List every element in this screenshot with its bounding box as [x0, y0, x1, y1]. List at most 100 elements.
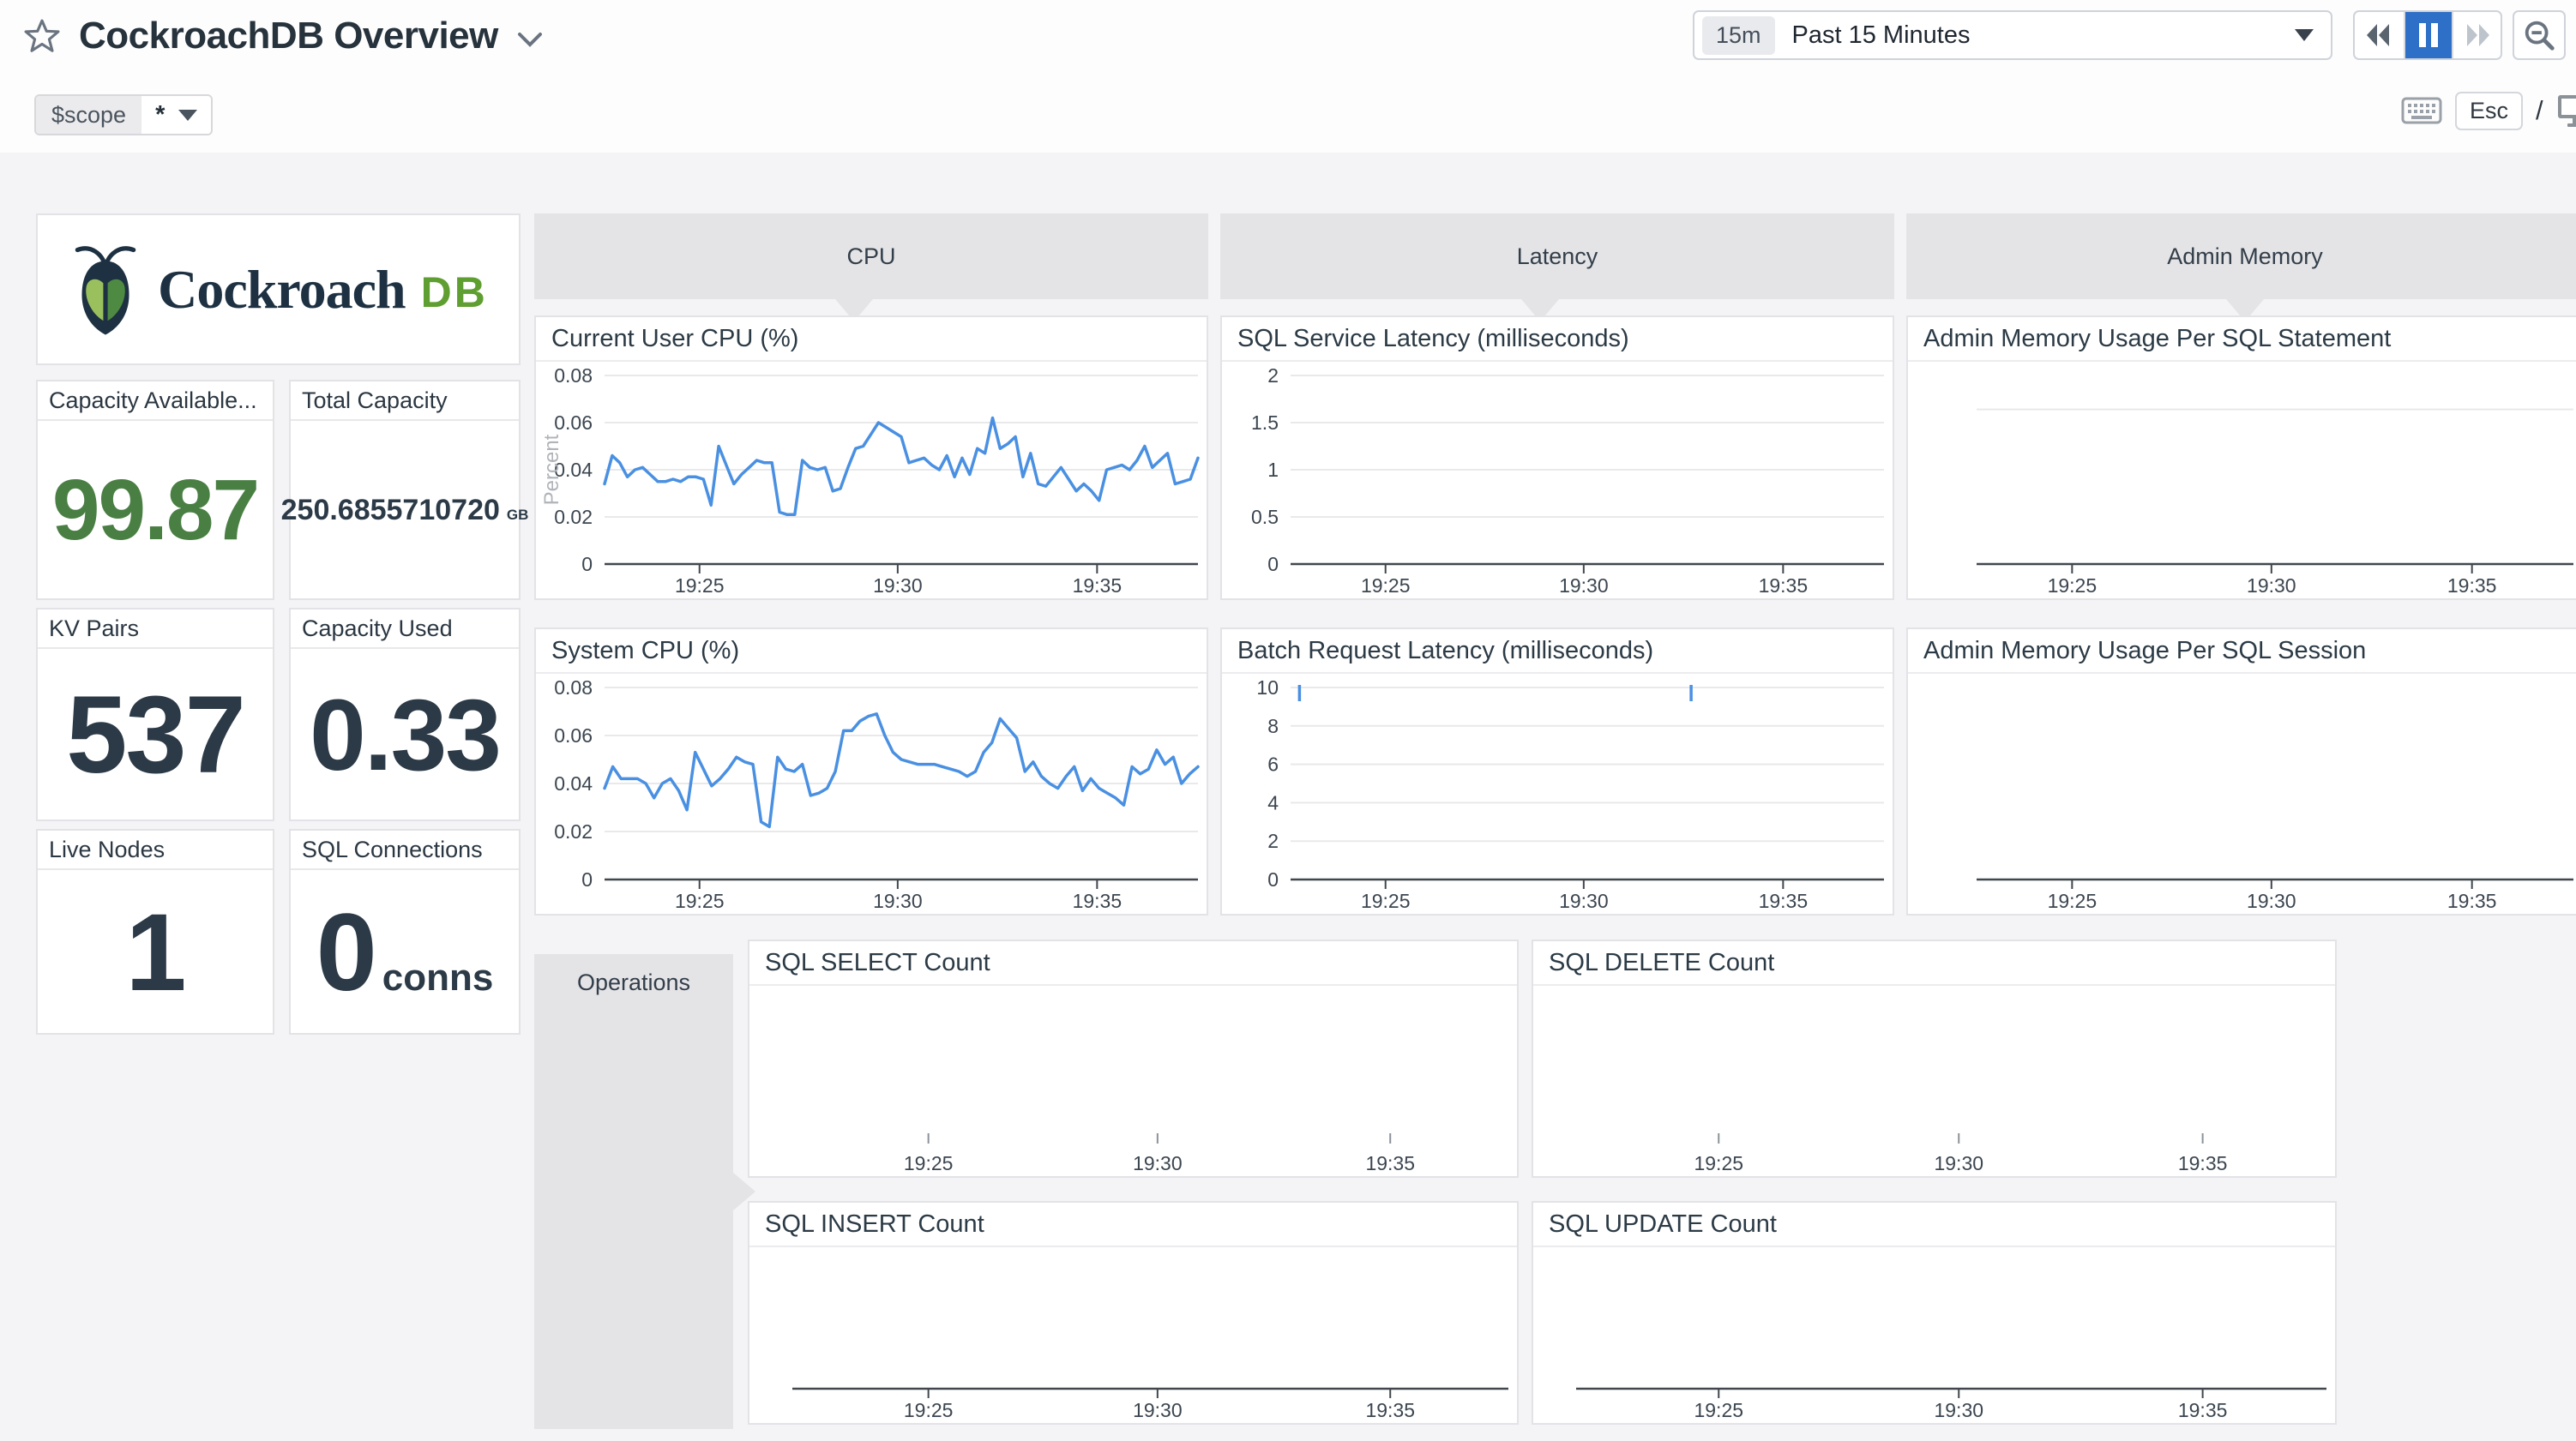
svg-text:0.04: 0.04 — [554, 772, 593, 795]
group-label: Latency — [1517, 243, 1598, 270]
scope-label: $scope — [36, 96, 141, 134]
svg-text:19:25: 19:25 — [2048, 574, 2098, 597]
svg-text:19:35: 19:35 — [1365, 1399, 1415, 1421]
tv-mode-icon[interactable] — [2556, 93, 2576, 128]
stat-title: Total Capacity — [291, 381, 519, 421]
stat-value: 0.33 — [310, 679, 500, 792]
cockroachdb-logo-card[interactable]: Cockroach DB — [36, 213, 521, 365]
svg-text:19:35: 19:35 — [1073, 890, 1122, 912]
stat-kv-pairs[interactable]: KV Pairs 537 — [36, 608, 274, 821]
panel-sql-service-latency[interactable]: SQL Service Latency (milliseconds) 00.51… — [1220, 315, 1894, 600]
scope-template-variable[interactable]: $scope * — [34, 94, 213, 135]
panel-batch-request-latency[interactable]: Batch Request Latency (milliseconds) 024… — [1220, 627, 1894, 916]
svg-text:19:25: 19:25 — [2048, 890, 2098, 912]
group-header-cpu[interactable]: CPU — [534, 213, 1208, 299]
svg-text:19:30: 19:30 — [2247, 890, 2296, 912]
time-shift-controls — [2353, 10, 2502, 60]
keyboard-icon[interactable] — [2401, 97, 2442, 124]
slash-separator: / — [2536, 95, 2543, 126]
scope-caret-icon — [178, 110, 197, 121]
favorite-star-icon[interactable] — [24, 18, 60, 54]
chart-batch-request-latency: 024681019:2519:3019:35 — [1222, 675, 1893, 914]
svg-text:19:30: 19:30 — [1934, 1399, 1983, 1421]
stat-title: KV Pairs — [38, 609, 273, 649]
panel-title: Batch Request Latency (milliseconds) — [1222, 629, 1893, 674]
panel-title: Admin Memory Usage Per SQL Session — [1908, 629, 2576, 674]
panel-admin-memory-statement[interactable]: Admin Memory Usage Per SQL Statement 19:… — [1906, 315, 2576, 600]
svg-text:19:30: 19:30 — [2247, 574, 2296, 597]
svg-text:8: 8 — [1267, 715, 1279, 737]
svg-text:19:25: 19:25 — [675, 574, 725, 597]
svg-text:19:35: 19:35 — [1759, 574, 1809, 597]
svg-text:19:35: 19:35 — [2447, 574, 2497, 597]
stat-value: 537 — [66, 674, 244, 796]
panel-system-cpu[interactable]: System CPU (%) 0 0.02 0.04 0.06 0.08 19:25 19:… — [534, 627, 1208, 916]
svg-text:0.02: 0.02 — [554, 820, 593, 843]
svg-text:19:25: 19:25 — [1694, 1152, 1743, 1174]
chart-sql-update-count: 19:2519:3019:35 — [1533, 1249, 2335, 1423]
panel-sql-select-count[interactable]: SQL SELECT Count 19:2519:3019:35 — [748, 940, 1519, 1178]
chart-current-user-cpu: 00.020.040.060.08Percent19:2519:3019:35 — [536, 363, 1207, 598]
svg-text:4: 4 — [1267, 791, 1279, 814]
zoom-out-button[interactable] — [2513, 10, 2566, 60]
svg-text:19:35: 19:35 — [2447, 890, 2497, 912]
svg-text:19:25: 19:25 — [1361, 574, 1411, 597]
svg-text:19:25: 19:25 — [1361, 890, 1411, 912]
panel-title: SQL DELETE Count — [1533, 941, 2335, 986]
svg-text:Percent: Percent — [540, 434, 563, 505]
group-header-latency[interactable]: Latency — [1220, 213, 1894, 299]
stat-title: SQL Connections — [291, 831, 519, 870]
panel-sql-insert-count[interactable]: SQL INSERT Count 19:2519:3019:35 — [748, 1201, 1519, 1425]
esc-key-badge[interactable]: Esc — [2455, 92, 2523, 130]
chart-sql-insert-count: 19:2519:3019:35 — [749, 1249, 1517, 1423]
svg-text:19:25: 19:25 — [675, 890, 725, 912]
svg-text:10: 10 — [1256, 676, 1279, 699]
scope-value: * — [141, 96, 211, 134]
scope-current-value: * — [155, 101, 165, 129]
title-chevron-down-icon[interactable] — [517, 32, 543, 49]
svg-text:0.06: 0.06 — [554, 724, 593, 747]
group-header-operations[interactable]: Operations — [534, 954, 733, 1429]
panel-title: Current User CPU (%) — [536, 317, 1207, 362]
svg-text:19:25: 19:25 — [904, 1399, 954, 1421]
svg-text:19:30: 19:30 — [1559, 574, 1609, 597]
panel-admin-memory-session[interactable]: Admin Memory Usage Per SQL Session 19:25… — [1906, 627, 2576, 916]
panel-title: SQL UPDATE Count — [1533, 1203, 2335, 1247]
forward-button[interactable] — [2452, 12, 2501, 58]
logo-suffix: DB — [421, 267, 488, 317]
svg-text:19:30: 19:30 — [1934, 1152, 1983, 1174]
stat-title: Capacity Available... — [38, 381, 273, 421]
time-range-picker[interactable]: 15m Past 15 Minutes — [1693, 10, 2332, 60]
chart-system-cpu: 00.020.040.060.0819:2519:3019:35 — [536, 675, 1207, 914]
backward-button[interactable] — [2355, 12, 2404, 58]
group-label: Operations — [577, 970, 690, 995]
stat-live-nodes[interactable]: Live Nodes 1 — [36, 829, 274, 1035]
svg-text:0.5: 0.5 — [1251, 506, 1279, 528]
panel-sql-update-count[interactable]: SQL UPDATE Count 19:2519:3019:35 — [1532, 1201, 2337, 1425]
panel-current-user-cpu[interactable]: Current User CPU (%) 00.020.040.060.08Pe… — [534, 315, 1208, 600]
svg-text:0.08: 0.08 — [554, 676, 593, 699]
svg-text:0.08: 0.08 — [554, 364, 593, 387]
svg-text:1.5: 1.5 — [1251, 411, 1279, 434]
svg-text:6: 6 — [1267, 754, 1279, 776]
svg-text:0: 0 — [1267, 868, 1279, 891]
svg-text:19:30: 19:30 — [1133, 1152, 1183, 1174]
chart-admin-memory-statement: 19:25 19:30 19:35 — [1908, 363, 2576, 598]
svg-text:19:25: 19:25 — [1694, 1399, 1743, 1421]
panel-title: System CPU (%) — [536, 629, 1207, 674]
stat-total-capacity[interactable]: Total Capacity 250.6855710720GB — [289, 380, 521, 600]
svg-text:0: 0 — [581, 868, 593, 891]
stat-sql-connections[interactable]: SQL Connections 0conns — [289, 829, 521, 1035]
group-header-admin-memory[interactable]: Admin Memory — [1906, 213, 2576, 299]
stat-capacity-available[interactable]: Capacity Available... 99.87 — [36, 380, 274, 600]
svg-text:1: 1 — [1267, 459, 1279, 481]
stat-unit: conns — [382, 957, 494, 999]
page-title: CockroachDB Overview — [79, 15, 498, 57]
stat-title: Live Nodes — [38, 831, 273, 870]
svg-text:0: 0 — [581, 553, 593, 575]
stat-title: Capacity Used — [291, 609, 519, 649]
stat-unit: GB — [507, 507, 529, 523]
stat-capacity-used[interactable]: Capacity Used 0.33 — [289, 608, 521, 821]
pause-button[interactable] — [2404, 12, 2453, 58]
panel-sql-delete-count[interactable]: SQL DELETE Count 19:2519:3019:35 — [1532, 940, 2337, 1178]
